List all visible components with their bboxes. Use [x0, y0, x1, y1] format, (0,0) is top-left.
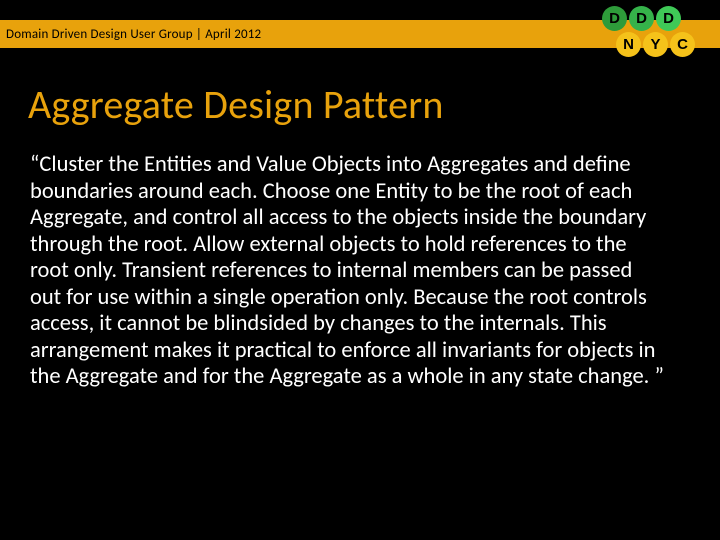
logo-circle-n: N	[616, 32, 641, 57]
logo-circle-y: Y	[643, 32, 668, 57]
logo-row-bottom: N Y C	[616, 32, 698, 57]
logo-dddnyc: D D D N Y C	[602, 6, 698, 60]
logo-circle-d3: D	[656, 6, 681, 31]
slide: Domain Driven Design User Group | April …	[0, 0, 720, 540]
header-text: Domain Driven Design User Group | April …	[6, 27, 261, 42]
slide-body-text: “Cluster the Entities and Value Objects …	[30, 152, 668, 391]
logo-circle-d2: D	[629, 6, 654, 31]
logo-circle-c: C	[670, 32, 695, 57]
logo-circle-d1: D	[602, 6, 627, 31]
logo-row-top: D D D	[602, 6, 698, 31]
slide-title: Aggregate Design Pattern	[28, 80, 444, 129]
